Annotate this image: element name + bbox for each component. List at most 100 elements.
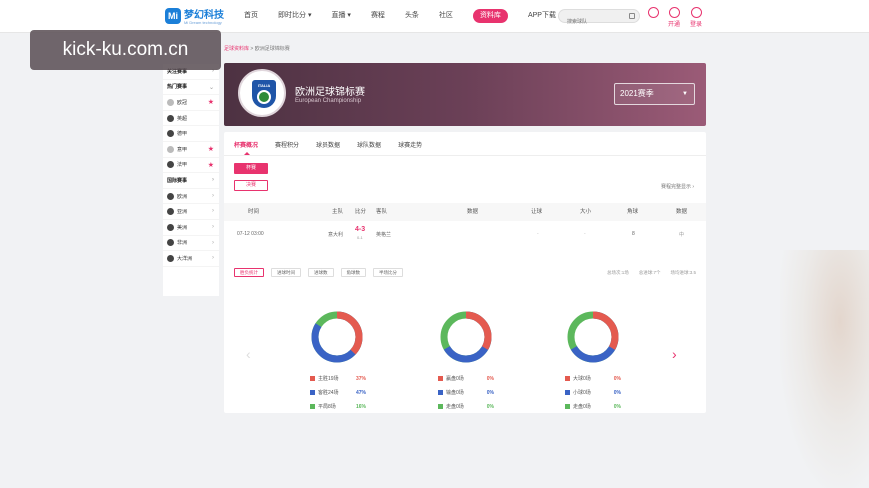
sidebar-item-america[interactable]: 美洲 ›	[163, 220, 219, 236]
match-score: 4-3	[355, 226, 366, 233]
app-icon-button[interactable]	[648, 7, 659, 18]
sidebar-item-ucl[interactable]: 欧冠 ★	[163, 95, 219, 111]
section-tabs: 杯赛概况 赛程积分 球员数据 球队数据 球赛走势	[234, 140, 439, 155]
col-corners: 角球	[627, 209, 639, 215]
stats-tab-half-score[interactable]: 半场比分	[373, 268, 403, 277]
star-icon[interactable]: ★	[208, 161, 214, 169]
star-icon[interactable]: ★	[208, 145, 214, 153]
prev-arrow-icon[interactable]: ‹	[246, 346, 251, 362]
top-navbar: Mi 梦幻科技 Mi Dream technology 首页 即时比分 ▾ 直播…	[0, 0, 869, 33]
home-team[interactable]: 意大利	[328, 231, 343, 238]
legend-label: 客胜24场	[318, 390, 339, 396]
open-vip-button[interactable]: 开通	[668, 7, 680, 28]
season-select[interactable]: 2021赛季 ▼	[614, 83, 695, 105]
nav-home[interactable]: 首页	[244, 9, 258, 23]
full-schedule-link[interactable]: 赛程完整显示 ›	[661, 183, 694, 190]
continent-icon	[167, 223, 174, 231]
sidebar-item-asia[interactable]: 亚洲 ›	[163, 204, 219, 220]
stage-cup-button[interactable]: 杯赛	[234, 163, 268, 174]
away-team[interactable]: 英格兰	[376, 231, 391, 238]
user-icon	[690, 7, 702, 18]
logo-badge: Mi	[165, 8, 181, 24]
breadcrumb-link[interactable]: 足球资料库	[224, 46, 249, 52]
stats-tab-goals[interactable]: 进球数	[308, 268, 334, 277]
tab-player-data[interactable]: 球员数据	[316, 140, 340, 149]
sidebar-item-europe[interactable]: 欧洲 ›	[163, 189, 219, 205]
chevron-down-icon: ⌄	[208, 84, 214, 91]
col-time: 时间	[248, 209, 260, 215]
data-value[interactable]: 中	[679, 231, 684, 238]
stage-final-button[interactable]: 决赛	[234, 180, 268, 191]
chevron-right-icon: ›	[212, 177, 214, 184]
crown-icon	[668, 7, 680, 18]
search-box[interactable]	[558, 9, 640, 28]
sidebar-item-label: 欧洲	[177, 193, 188, 200]
competition-title: 欧洲足球锦标赛	[295, 87, 365, 98]
sidebar-item-label: 德甲	[177, 131, 188, 138]
star-icon[interactable]: ★	[208, 98, 214, 106]
sidebar-item-label: 国际赛事	[167, 177, 188, 184]
legend-label: 赢盘0场	[446, 376, 464, 382]
login-label: 登录	[690, 22, 703, 28]
legend-swatch	[438, 376, 443, 381]
open-vip-label: 开通	[668, 22, 681, 28]
legend-under: 小球0场 0%	[565, 389, 621, 396]
next-arrow-icon[interactable]: ›	[672, 346, 677, 362]
legend-label: 输盘0场	[446, 390, 464, 396]
sidebar-item-label: 欧冠	[177, 99, 188, 106]
legend-pct: 47%	[355, 389, 366, 396]
sidebar-hot[interactable]: 热门赛事 ⌄	[163, 80, 219, 96]
corners-value: 8	[632, 231, 635, 237]
sidebar-item-bundesliga[interactable]: 德甲	[163, 126, 219, 142]
tab-trend[interactable]: 球赛走势	[398, 140, 422, 149]
nav-live-score[interactable]: 即时比分 ▾	[278, 9, 311, 23]
sidebar-item-label: 非洲	[177, 240, 188, 247]
tab-standings[interactable]: 赛程积分	[275, 140, 299, 149]
login-button[interactable]: 登录	[690, 7, 702, 28]
legend-swatch	[438, 390, 443, 395]
nav-headlines[interactable]: 头条	[405, 9, 419, 23]
legend-swatch	[310, 404, 315, 409]
sidebar-item-label: 法甲	[177, 162, 188, 169]
continent-icon	[167, 192, 174, 200]
league-logo-icon	[167, 130, 174, 138]
search-input[interactable]	[559, 16, 619, 28]
sidebar-item-label: 亚洲	[177, 209, 188, 216]
tab-team-data[interactable]: 球队数据	[357, 140, 381, 149]
sidebar-item-oceania[interactable]: 大洋洲 ›	[163, 251, 219, 267]
sidebar-item-ligue1[interactable]: 法甲 ★	[163, 158, 219, 174]
continent-icon	[167, 254, 174, 262]
legend-over: 大球0场 0%	[565, 375, 621, 382]
sidebar-item-epl[interactable]: 英超	[163, 111, 219, 127]
shield-icon: ITALIA	[252, 80, 276, 108]
stats-tab-goal-time[interactable]: 进球时间	[271, 268, 301, 277]
legend-label: 大球0场	[573, 376, 591, 382]
sidebar-item-seriea[interactable]: 意甲 ★	[163, 142, 219, 158]
stats-tab-corners[interactable]: 角球数	[340, 268, 366, 277]
sidebar-item-label: 热门赛事	[167, 84, 188, 91]
sidebar-international[interactable]: 国际赛事 ›	[163, 173, 219, 189]
competition-subtitle: European Championship	[295, 98, 362, 104]
col-score: 比分	[355, 209, 367, 215]
chevron-right-icon: ›	[212, 208, 214, 215]
background-player-image	[780, 250, 869, 488]
nav-app-download[interactable]: APP下载	[528, 9, 556, 23]
search-icon[interactable]	[629, 13, 635, 19]
donut-chart-over-under	[567, 311, 619, 363]
chevron-right-icon: ›	[212, 239, 214, 246]
tab-cup-overview[interactable]: 杯赛概况	[234, 140, 258, 155]
sidebar-item-africa[interactable]: 非洲 ›	[163, 236, 219, 252]
legend-away-win: 客胜24场 47%	[310, 389, 366, 396]
summary-stats: 总场次:1场 总进球:7个 场均进球:3.5	[597, 270, 696, 276]
nav-community[interactable]: 社区	[439, 9, 453, 23]
crest-label: ITALIA	[257, 83, 271, 88]
legend-pct: 0%	[613, 375, 621, 382]
nav-database[interactable]: 资料库	[472, 9, 508, 23]
legend-push-total: 走盘0场 0%	[565, 403, 621, 410]
league-sidebar: 关注赛事 › 热门赛事 ⌄ 欧冠 ★ 英超 德甲 意甲 ★ 法甲 ★ 国际赛事 › 欧洲 › …	[163, 64, 219, 296]
nav-schedule[interactable]: 赛程	[371, 9, 385, 23]
nav-live-stream[interactable]: 直播 ▾	[331, 9, 350, 23]
legend-pct: 0%	[486, 375, 494, 382]
league-logo-icon	[167, 98, 174, 106]
stats-tab-win-loss[interactable]: 胜负统计	[234, 268, 264, 277]
